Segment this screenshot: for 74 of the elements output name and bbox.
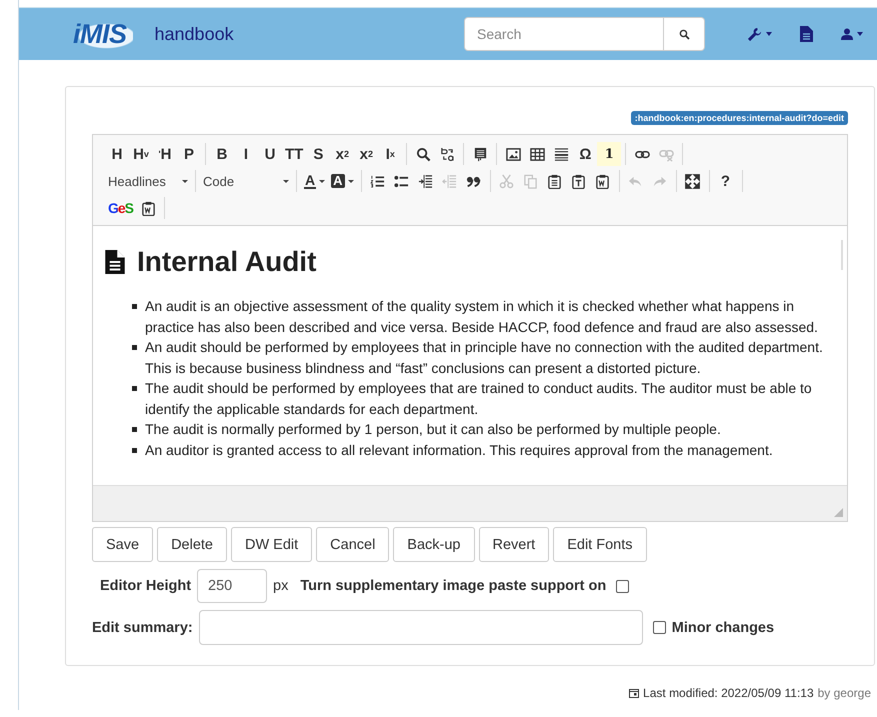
checkbox[interactable]: [616, 580, 630, 592]
table-icon: [530, 146, 545, 162]
clipboard-icon: [547, 174, 562, 188]
maximize-icon: [685, 174, 700, 188]
bullet-icon: [132, 304, 137, 309]
document-icon: [472, 146, 488, 162]
search-icon: [678, 28, 690, 40]
wrench-icon: [747, 26, 762, 42]
format-button[interactable]: H: [105, 142, 129, 166]
document-icon: [105, 250, 125, 274]
bullet-list-icon: [394, 174, 410, 188]
calendar-icon: [629, 688, 640, 698]
format-button[interactable]: S: [306, 142, 330, 166]
clipboard-word-icon: [595, 174, 610, 188]
clipboard-text-icon: [571, 174, 586, 188]
bullet-text: The audit should be performed by employees that are trained to conduct audits. The auditor must be able to identify the applicable standards for each department.: [145, 379, 813, 419]
numbered-list-icon: [370, 174, 386, 188]
format-button[interactable]: ?: [714, 169, 738, 193]
horizontal-rule-icon: [554, 146, 569, 162]
user-icon: [841, 28, 853, 40]
bullet-text: An auditor is granted access to all relevant information. This requires approval from the management.: [145, 440, 773, 460]
summary-field[interactable]: [198, 610, 643, 645]
bullet-icon: [132, 345, 137, 350]
author-text: by george: [818, 686, 871, 700]
site-title[interactable]: handbook: [154, 24, 234, 44]
checkbox-label: Minor changes: [672, 620, 774, 636]
search-field[interactable]: Search: [464, 17, 664, 51]
field-label: Edit summary:: [92, 620, 193, 636]
background-color-button[interactable]: A: [328, 169, 357, 193]
search-button[interactable]: [664, 17, 705, 51]
format-button[interactable]: I: [234, 142, 258, 166]
search-icon: [416, 146, 431, 162]
document-icon: [800, 26, 813, 42]
checkbox[interactable]: [652, 621, 666, 634]
scissors-icon: [499, 174, 514, 188]
format-button[interactable]: B: [210, 142, 234, 166]
indent-icon: [418, 174, 434, 188]
editor-height-field[interactable]: 250: [197, 569, 268, 603]
page-id-badge: :handbook:en:procedures:internal-audit?do=edit: [630, 111, 848, 125]
format-button[interactable]: x$^{2}$: [354, 142, 378, 166]
bullet-icon: [132, 386, 137, 391]
action-button[interactable]: Save: [92, 527, 154, 562]
action-button[interactable]: Edit Fonts: [553, 527, 646, 562]
format-dropdown[interactable]: Headlines: [105, 169, 191, 193]
clipboard-word-icon: [140, 200, 156, 216]
field-label: Editor Height: [100, 578, 192, 594]
replace-icon: [440, 146, 455, 162]
format-button[interactable]: P: [177, 142, 201, 166]
outdent-icon: [442, 174, 458, 188]
format-dropdown[interactable]: Code: [200, 169, 292, 193]
copy-icon: [523, 174, 538, 188]
bullet-text: The audit is normally performed by 1 person, but it can also be performed by multiple people.: [145, 420, 721, 439]
bullet-text: An audit is an objective assessment of the quality system in which it is checked whether what happens in practice has also been described and vice versa. Beside HACCP, food defence and fraud are also assessed.: [145, 297, 819, 337]
bullet-text: An audit should be performed by employees that in principle have no connection with the audited department. This is because business blindness and “fast” conclusions can present a distorted picture.: [145, 338, 824, 378]
bullet-icon: [132, 427, 137, 432]
resize-handle-icon[interactable]: [834, 508, 843, 517]
image-icon: [506, 146, 521, 162]
format-button[interactable]: U: [258, 142, 282, 166]
action-button[interactable]: Cancel: [316, 527, 390, 562]
action-button[interactable]: Revert: [478, 527, 550, 562]
bullet-icon: [132, 448, 137, 452]
unit-label: px: [273, 578, 288, 594]
format-button[interactable]: $^{'}$H: [153, 142, 177, 166]
document-heading: Internal Audit: [137, 246, 316, 278]
checkbox-label: Turn supplementary image paste support on: [300, 578, 606, 594]
last-modified-text: Last modified: 2022/05/09 11:13: [643, 686, 814, 700]
footnote-button[interactable]: 1: [597, 142, 622, 166]
format-button[interactable]: TT: [282, 142, 306, 166]
action-button[interactable]: Delete: [157, 527, 227, 562]
action-button[interactable]: Back-up: [393, 527, 474, 562]
text-color-button[interactable]: A: [301, 169, 328, 193]
action-button[interactable]: DW Edit: [230, 527, 312, 562]
scrollbar[interactable]: [841, 240, 843, 270]
format-button[interactable]: Ω: [573, 142, 598, 166]
